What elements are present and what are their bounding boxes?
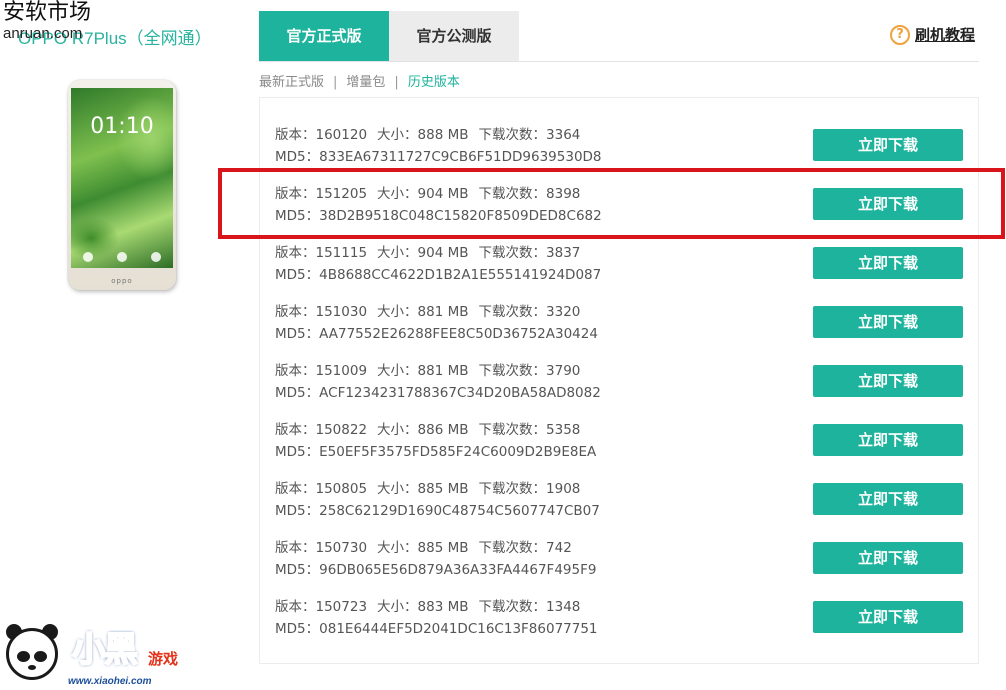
list-item: 版本：150730 大小：885 MB 下载次数：742 MD5：96DB065E5… [275, 536, 975, 586]
watermark-url: anruan.com [3, 25, 83, 42]
file-size: 904 MB [417, 245, 469, 261]
download-button[interactable]: 立即下载 [813, 129, 963, 161]
panda-eye-icon [34, 651, 47, 662]
md5-hash: 96DB065E56D879A36A33FA4467F495F9 [319, 562, 597, 578]
version-info: 版本：151030 大小：881 MB 下载次数：3320 MD5：AA77552E… [275, 304, 598, 342]
file-size: 888 MB [417, 127, 469, 143]
md5-hash: ACF1234231788367C34D20BA58AD8082 [319, 385, 601, 401]
subnav-separator: | [333, 75, 338, 90]
md5-hash: 4B8688CC4622D1B2A1E555141924D087 [319, 267, 602, 283]
version-number: 150730 [315, 540, 368, 556]
phone-brand-logo: oppo [111, 277, 133, 285]
phone-image: 01:10 oppo [68, 80, 176, 290]
flash-tutorial-label: 刷机教程 [915, 26, 976, 44]
version-number: 160120 [315, 127, 368, 143]
version-info: 版本：151009 大小：881 MB 下载次数：3790 MD5：ACF12342… [275, 363, 601, 401]
panda-eye-icon [17, 651, 30, 662]
version-number: 151009 [315, 363, 368, 379]
download-count: 3364 [546, 127, 581, 143]
phone-screen: 01:10 [71, 88, 173, 268]
list-item: 版本：151030 大小：881 MB 下载次数：3320 MD5：AA77552E… [275, 300, 975, 350]
version-info: 版本：150822 大小：886 MB 下载次数：5358 MD5：E50EF5F3… [275, 422, 597, 460]
version-number: 150805 [315, 481, 368, 497]
phone-call-icon [83, 252, 93, 262]
md5-hash: 833EA67311727C9CB6F51DD9639530D8 [319, 149, 602, 165]
list-item: 版本：151009 大小：881 MB 下载次数：3790 MD5：ACF12342… [275, 359, 975, 409]
file-size: 886 MB [417, 422, 469, 438]
download-button[interactable]: 立即下载 [813, 601, 963, 633]
watermark-brand: 小黑 [71, 629, 139, 671]
watermark-brand-small: 游戏 [148, 650, 179, 668]
watermark-anruan: 安软市场 anruan.com [3, 0, 92, 42]
file-size: 881 MB [417, 363, 469, 379]
download-count: 3320 [546, 304, 581, 320]
highlight-box [218, 168, 1005, 239]
download-button[interactable]: 立即下载 [813, 542, 963, 574]
md5-hash: E50EF5F3575FD585F24C6009D2B9E8EA [319, 444, 597, 460]
md5-hash: 258C62129D1690C48754C5607747CB07 [319, 503, 600, 519]
download-count: 3790 [546, 363, 581, 379]
question-circle-icon: ? [890, 24, 910, 45]
download-button[interactable]: 立即下载 [813, 483, 963, 515]
tab-public-beta[interactable]: 官方公测版 [389, 11, 519, 61]
list-item: 版本：150822 大小：886 MB 下载次数：5358 MD5：E50EF5F3… [275, 418, 975, 468]
download-count: 742 [546, 540, 572, 556]
list-item: 版本：160120 大小：888 MB 下载次数：3364 MD5：833EA673… [275, 123, 975, 173]
download-count: 1348 [546, 599, 581, 615]
file-size: 885 MB [417, 481, 469, 497]
tabs-divider [259, 61, 979, 62]
download-button[interactable]: 立即下载 [813, 247, 963, 279]
watermark-title: 安软市场 [3, 0, 92, 25]
file-size: 883 MB [417, 599, 469, 615]
download-button[interactable]: 立即下载 [813, 365, 963, 397]
version-number: 151030 [315, 304, 368, 320]
version-tabs: 官方正式版 官方公测版 [259, 11, 519, 61]
md5-hash: 081E6444EF5D2041DC16C13F86077751 [319, 621, 598, 637]
download-count: 3837 [546, 245, 581, 261]
phone-message-icon [151, 252, 161, 262]
version-info: 版本：150723 大小：883 MB 下载次数：1348 MD5：081E6444… [275, 599, 598, 637]
watermark-brand-url: www.xiaohei.com [68, 676, 152, 687]
list-item: 版本：151115 大小：904 MB 下载次数：3837 MD5：4B8688CC… [275, 241, 975, 291]
flash-tutorial-link[interactable]: ? 刷机教程 [890, 24, 975, 45]
subnav: 最新正式版 | 增量包 | 历史版本 [259, 71, 460, 90]
version-number: 150723 [315, 599, 368, 615]
list-item: 版本：150805 大小：885 MB 下载次数：1908 MD5：258C6212… [275, 477, 975, 527]
subnav-history-versions[interactable]: 历史版本 [408, 75, 460, 90]
list-item: 版本：150723 大小：883 MB 下载次数：1348 MD5：081E6444… [275, 595, 975, 645]
phone-dock [83, 252, 161, 262]
subnav-incremental-package[interactable]: 增量包 [346, 75, 385, 90]
version-info: 版本：150805 大小：885 MB 下载次数：1908 MD5：258C6212… [275, 481, 600, 519]
file-size: 881 MB [417, 304, 469, 320]
version-info: 版本：150730 大小：885 MB 下载次数：742 MD5：96DB065E5… [275, 540, 597, 578]
panda-logo-icon [6, 628, 58, 680]
subnav-separator: | [394, 75, 399, 90]
subnav-latest-release[interactable]: 最新正式版 [259, 75, 324, 90]
download-count: 1908 [546, 481, 581, 497]
file-size: 885 MB [417, 540, 469, 556]
version-number: 151115 [315, 245, 368, 261]
panda-nose-icon [28, 665, 36, 670]
watermark-xiaohei: 小黑 游戏 www.xiaohei.com [0, 618, 200, 690]
tab-official-release[interactable]: 官方正式版 [259, 11, 389, 61]
md5-hash: AA77552E26288FEE8C50D36752A30424 [319, 326, 598, 342]
phone-home-icon [117, 252, 127, 262]
version-info: 版本：151115 大小：904 MB 下载次数：3837 MD5：4B8688CC… [275, 245, 602, 283]
version-number: 150822 [315, 422, 368, 438]
download-button[interactable]: 立即下载 [813, 424, 963, 456]
download-button[interactable]: 立即下载 [813, 306, 963, 338]
version-info: 版本：160120 大小：888 MB 下载次数：3364 MD5：833EA673… [275, 127, 602, 165]
phone-clock: 01:10 [90, 114, 154, 139]
download-count: 5358 [546, 422, 581, 438]
